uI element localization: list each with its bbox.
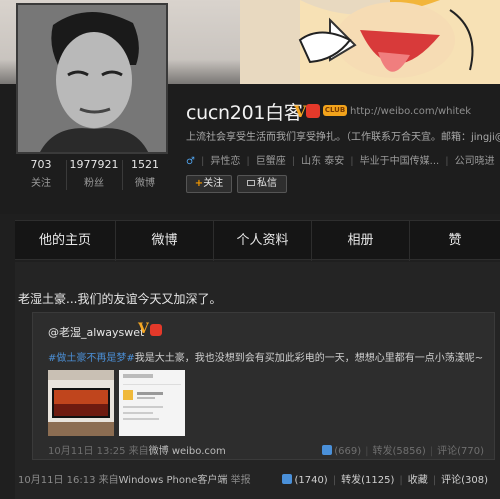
thumbs-up-icon [282, 474, 293, 484]
message-label: 私信 [257, 178, 277, 189]
repost-comment-button[interactable]: 评论(770) [437, 446, 484, 457]
thumbs-up-icon [322, 445, 333, 455]
gender-icon: ♂ [186, 156, 195, 166]
stat-value: 1977921 [69, 158, 119, 171]
action-divider: | [399, 475, 403, 486]
stat-divider [66, 160, 67, 190]
tab-likes[interactable]: 赞 [410, 221, 500, 261]
feed-post: 老湿土豪...我们的友谊今天又加深了。 @老湿_alwayswet V #做土豪… [15, 262, 500, 499]
like-count: (669) [334, 446, 362, 457]
profile-tabs: 他的主页 微博 个人资料 相册 赞 [15, 220, 500, 261]
stat-label: 粉丝 [84, 178, 104, 189]
post-time[interactable]: 10月11日 16:13 [18, 475, 95, 486]
topic-link[interactable]: #做土豪不再是梦# [48, 353, 135, 364]
meta-orientation: 异性恋 [210, 156, 241, 166]
screenshot-photo [119, 370, 185, 436]
verified-v-badge[interactable]: V [294, 102, 306, 121]
profile-stats: 703 关注 1977921 粉丝 1521 微博 [16, 158, 168, 196]
repost-body: 我是大土豪，我也没想到会有买加此彩电的一天，想想心里都有一点小荡漾呢~ [134, 353, 484, 364]
source-prefix: 来自 [98, 475, 119, 486]
stat-value: 703 [30, 158, 52, 171]
mail-icon [247, 180, 255, 186]
forward-button[interactable]: 转发(1125) [341, 475, 394, 486]
action-divider: | [332, 475, 337, 486]
repost-time[interactable]: 10月11日 13:25 [48, 446, 125, 457]
repost-author-link[interactable]: @老湿_alwayswet [48, 324, 144, 340]
tab-home[interactable]: 他的主页 [15, 221, 115, 261]
repost-like-button[interactable]: (669) [322, 445, 362, 457]
tab-album[interactable]: 相册 [312, 221, 409, 261]
verified-v-badge[interactable]: V [138, 321, 149, 337]
meta-school[interactable]: 毕业于中国传媒... [360, 152, 440, 166]
stat-divider [122, 160, 123, 190]
profile-name: cucn201白客 [186, 102, 303, 124]
post-actions: (1740) | 转发(1125) | 收藏 | 评论(308) [282, 471, 488, 486]
repost-actions: (669) | 转发(5856) | 评论(770) [322, 442, 484, 457]
stat-label: 微博 [135, 178, 155, 189]
stat-following[interactable]: 703 关注 [20, 158, 62, 189]
profile-url-link[interactable]: http://weibo.com/whitek [350, 106, 471, 117]
report-link[interactable]: 举报 [231, 475, 251, 486]
stat-posts[interactable]: 1521 微博 [124, 158, 166, 189]
follow-button[interactable]: +关注 [186, 175, 232, 193]
tab-profile-info[interactable]: 个人资料 [214, 221, 311, 261]
vip-icon[interactable] [306, 104, 320, 118]
follow-label: 关注 [203, 178, 224, 189]
like-count: (1740) [294, 475, 328, 486]
post-source-link[interactable]: Windows Phone客户端 [119, 475, 228, 486]
tv-photo [48, 370, 114, 436]
profile-bio: 上流社会享受生活而我们享受挣扎。（工作联系万合天宜。邮箱：jingji@ [186, 132, 500, 143]
club-badge[interactable]: CLUB [323, 105, 347, 116]
repost-source-link[interactable]: 微博 weibo.com [149, 446, 226, 457]
action-divider: | [429, 446, 434, 457]
avatar[interactable] [16, 3, 168, 154]
repost-text: #做土豪不再是梦#我是大土豪，我也没想到会有买加此彩电的一天，想想心里都有一点小… [48, 349, 488, 364]
action-divider: | [365, 446, 369, 457]
repost-forward-button[interactable]: 转发(5856) [372, 446, 425, 457]
meta-company[interactable]: 公司晓进 [455, 152, 495, 166]
favorite-button[interactable]: 收藏 [408, 475, 428, 486]
stat-label: 关注 [31, 178, 51, 189]
stat-value: 1521 [131, 158, 159, 171]
meta-location[interactable]: 山东 泰安 [301, 152, 344, 166]
like-button[interactable]: (1740) [282, 474, 328, 486]
action-divider: | [432, 475, 437, 486]
source-prefix: 来自 [128, 446, 149, 457]
avatar-photo [18, 5, 166, 152]
stat-followers[interactable]: 1977921 粉丝 [68, 158, 120, 189]
message-button[interactable]: 私信 [237, 175, 287, 193]
profile-meta: ♂ | 异性恋 | 巨蟹座 | 山东 泰安 | 毕业于中国传媒... | 公司晓进 [186, 152, 500, 166]
repost-image-2[interactable] [119, 370, 185, 436]
vip-icon[interactable] [150, 324, 162, 336]
tab-weibo[interactable]: 微博 [116, 221, 213, 261]
post-text: 老湿土豪...我们的友谊今天又加深了。 [18, 292, 222, 306]
repost-card: @老湿_alwayswet V #做土豪不再是梦#我是大土豪，我也没想到会有买加… [32, 312, 495, 460]
plus-icon: + [194, 178, 204, 189]
comment-button[interactable]: 评论(308) [441, 475, 488, 486]
repost-image-1[interactable] [48, 370, 114, 436]
meta-zodiac[interactable]: 巨蟹座 [256, 152, 286, 166]
